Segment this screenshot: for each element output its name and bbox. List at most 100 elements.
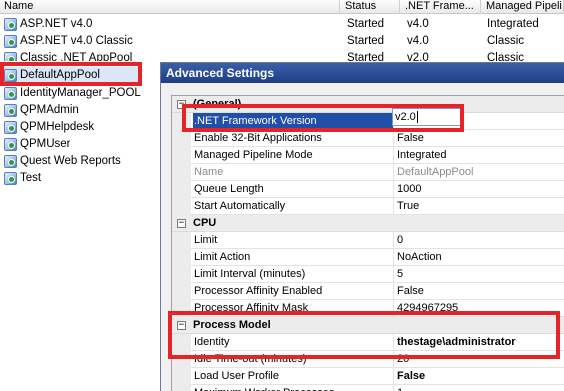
property-row[interactable]: Queue Length 1000 bbox=[172, 181, 564, 198]
property-name: Queue Length bbox=[193, 181, 394, 198]
row-margin bbox=[172, 300, 191, 317]
list-header: Name Status .NET Frame... Managed Pipeli… bbox=[0, 0, 564, 14]
pool-pipeline: Classic bbox=[487, 52, 525, 61]
row-margin bbox=[172, 351, 191, 368]
application-pool-icon bbox=[4, 155, 17, 168]
row-margin bbox=[172, 181, 191, 198]
property-row[interactable]: Idle Time-out (minutes) 20 bbox=[172, 351, 564, 368]
application-pool-icon bbox=[4, 104, 17, 117]
pool-name: ASP.NET v4.0 bbox=[20, 18, 93, 30]
application-pool-icon bbox=[4, 138, 17, 151]
property-row[interactable]: Identity thestage\administrator bbox=[172, 334, 564, 351]
collapse-toggle-icon[interactable]: − bbox=[177, 219, 186, 228]
pool-row[interactable]: DefaultAppPool bbox=[0, 67, 142, 84]
pool-row[interactable]: ASP.NET v4.0 Started v4.0 Integrated bbox=[0, 16, 564, 33]
property-value[interactable]: 20 bbox=[396, 351, 564, 368]
pool-name-cell: ASP.NET v4.0 bbox=[4, 16, 92, 33]
property-row[interactable]: .NET Framework Version v2.0 bbox=[172, 113, 564, 130]
pool-name-cell: Test bbox=[4, 170, 41, 187]
row-margin bbox=[172, 368, 191, 385]
row-margin bbox=[172, 249, 191, 266]
property-value[interactable]: thestage\administrator bbox=[396, 334, 564, 351]
row-margin bbox=[172, 385, 191, 391]
pool-name: ASP.NET v4.0 Classic bbox=[20, 35, 133, 47]
pool-name: QPMHelpdesk bbox=[20, 121, 95, 133]
collapse-toggle-icon[interactable]: − bbox=[177, 321, 186, 330]
property-value[interactable]: 4294967295 bbox=[396, 300, 564, 317]
category-process-model[interactable]: − Process Model bbox=[172, 317, 564, 334]
property-name: Name bbox=[193, 164, 394, 181]
property-value[interactable]: 0 bbox=[396, 232, 564, 249]
column-header-status[interactable]: Status bbox=[341, 0, 400, 14]
pool-name-cell: QPMHelpdesk bbox=[4, 119, 94, 136]
property-row[interactable]: Enable 32-Bit Applications False bbox=[172, 130, 564, 147]
property-value[interactable]: v2.0 bbox=[396, 113, 564, 130]
property-value[interactable]: False bbox=[396, 368, 564, 385]
property-row[interactable]: Maximum Worker Processes1 bbox=[172, 385, 564, 391]
property-name: Enable 32-Bit Applications bbox=[193, 130, 394, 147]
property-row[interactable]: Start Automatically True bbox=[172, 198, 564, 215]
pool-name: Test bbox=[20, 172, 42, 184]
pool-name: QPMAdmin bbox=[20, 104, 79, 116]
property-value[interactable]: 1 bbox=[396, 385, 564, 391]
property-row[interactable]: Name DefaultAppPool bbox=[172, 164, 564, 181]
pool-framework: v2.0 bbox=[407, 52, 429, 61]
property-value[interactable]: 1000 bbox=[396, 181, 564, 198]
application-pool-icon bbox=[4, 172, 17, 185]
category-label: (General) bbox=[193, 98, 242, 110]
property-row[interactable]: Limit Interval (minutes) 5 bbox=[172, 266, 564, 283]
collapse-toggle-icon[interactable]: − bbox=[177, 100, 186, 109]
property-value[interactable]: DefaultAppPool bbox=[396, 164, 564, 181]
property-name: Idle Time-out (minutes) bbox=[193, 351, 394, 368]
application-pool-icon bbox=[4, 121, 17, 134]
property-name: Maximum Worker Processes bbox=[193, 385, 394, 391]
application-pool-icon bbox=[4, 69, 17, 82]
property-row[interactable]: Processor Affinity Enabled False bbox=[172, 283, 564, 300]
pool-name: IdentityManager_POOL bbox=[20, 87, 141, 99]
pool-row[interactable]: Classic .NET AppPool Started v2.0 Classic bbox=[0, 50, 564, 61]
pool-name-cell: Quest Web Reports bbox=[4, 153, 121, 170]
property-row[interactable]: Managed Pipeline Mode Integrated bbox=[172, 147, 564, 164]
pool-name-cell: DefaultAppPool bbox=[4, 67, 100, 84]
row-margin bbox=[172, 266, 191, 283]
category-general[interactable]: − (General) bbox=[172, 96, 564, 113]
property-row[interactable]: Limit 0 bbox=[172, 232, 564, 249]
pool-name-cell: ASP.NET v4.0 Classic bbox=[4, 33, 133, 50]
category-cpu[interactable]: − CPU bbox=[172, 215, 564, 232]
row-margin bbox=[172, 283, 191, 300]
property-value[interactable]: NoAction bbox=[396, 249, 564, 266]
property-value[interactable]: 5 bbox=[396, 266, 564, 283]
row-margin bbox=[172, 232, 191, 249]
property-name: Processor Affinity Enabled bbox=[193, 283, 394, 300]
pool-framework: v4.0 bbox=[407, 35, 429, 47]
category-label: Process Model bbox=[193, 319, 271, 331]
pool-status: Started bbox=[347, 18, 385, 30]
pool-name: Classic .NET AppPool bbox=[20, 52, 133, 61]
property-name: Limit Action bbox=[193, 249, 394, 266]
column-header-name[interactable]: Name bbox=[0, 0, 340, 14]
row-margin bbox=[172, 334, 191, 351]
column-header-framework[interactable]: .NET Frame... bbox=[401, 0, 481, 14]
property-grid[interactable]: − (General) .NET Framework Version v2.0 Enab… bbox=[171, 95, 564, 391]
property-row[interactable]: Limit Action NoAction bbox=[172, 249, 564, 266]
row-margin bbox=[172, 113, 191, 130]
property-value[interactable]: Integrated bbox=[396, 147, 564, 164]
property-name: Limit bbox=[193, 232, 394, 249]
property-value[interactable]: False bbox=[396, 130, 564, 147]
pool-status: Started bbox=[347, 52, 385, 61]
property-value[interactable]: True bbox=[396, 198, 564, 215]
application-pool-icon bbox=[4, 87, 17, 100]
property-name: Identity bbox=[193, 334, 394, 351]
pool-row[interactable]: ASP.NET v4.0 Classic Started v4.0 Classic bbox=[0, 33, 564, 50]
pool-status: Started bbox=[347, 35, 385, 47]
pool-name: DefaultAppPool bbox=[20, 69, 100, 81]
pool-name-cell: QPMUser bbox=[4, 136, 70, 153]
column-header-pipeline[interactable]: Managed Pipeli... bbox=[482, 0, 564, 14]
property-value[interactable]: False bbox=[396, 283, 564, 300]
pool-name-cell: Classic .NET AppPool bbox=[4, 50, 132, 61]
property-row[interactable]: Processor Affinity Mask 4294967295 bbox=[172, 300, 564, 317]
property-row[interactable]: Load User Profile False bbox=[172, 368, 564, 385]
pool-pipeline: Classic bbox=[487, 35, 525, 47]
row-margin bbox=[172, 198, 191, 215]
application-pool-icon bbox=[4, 35, 17, 48]
